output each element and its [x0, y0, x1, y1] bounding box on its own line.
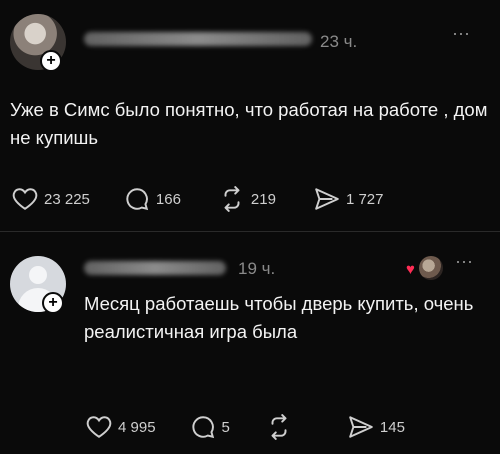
repost-button[interactable] [266, 414, 298, 440]
comment-count: 166 [155, 190, 181, 208]
heart-icon: ♥ [406, 261, 415, 278]
share-icon [349, 416, 373, 438]
author-username[interactable]: katerinashpigarevich [84, 32, 312, 46]
post-text: Уже в Симс было понятно, что работая на … [10, 99, 488, 148]
more-options-icon[interactable]: ⋯ [455, 252, 474, 273]
repost-button[interactable]: 219 [219, 186, 276, 212]
heart-icon [12, 188, 38, 210]
comment-icon [126, 188, 149, 211]
mini-avatar [419, 256, 443, 280]
post-1: + katerinashpigarevich 23 ч. ⋯ Уже в Сим… [0, 0, 500, 232]
like-count: 23 225 [44, 190, 90, 208]
repost-icon [224, 186, 240, 212]
avatar-head-shape [29, 266, 47, 284]
share-button[interactable]: 145 [348, 415, 405, 439]
heart-icon [86, 416, 112, 438]
more-options-icon[interactable]: ⋯ [452, 24, 471, 45]
repost-icon [271, 414, 287, 440]
share-count: 1 727 [345, 190, 384, 208]
follow-plus-icon[interactable]: + [40, 50, 62, 72]
repost-count: 219 [250, 190, 276, 208]
post-divider [0, 231, 500, 232]
comment-icon [191, 416, 214, 439]
author-username[interactable]: georgin2024 [84, 261, 226, 275]
share-count: 145 [379, 418, 405, 436]
follow-plus-icon[interactable]: + [42, 292, 64, 314]
post-time: 23 ч. [320, 32, 358, 51]
comment-button[interactable]: 166 [124, 186, 181, 212]
comment-button[interactable]: 5 [190, 414, 230, 440]
share-button[interactable]: 1 727 [314, 187, 384, 211]
like-count: 4 995 [118, 418, 156, 436]
liked-by-author-badge: ♥ [403, 255, 443, 281]
like-button[interactable]: 4 995 [86, 415, 156, 439]
reply-actions: 4 995 5 145 [86, 414, 405, 440]
post-actions: 23 225 166 219 1 727 [12, 186, 384, 212]
like-button[interactable]: 23 225 [12, 187, 90, 211]
post-time: 19 ч. [238, 259, 276, 278]
reply-text: Месяц работаешь чтобы дверь купить, очен… [84, 293, 474, 342]
comment-count: 5 [221, 418, 230, 436]
share-icon [315, 188, 339, 210]
